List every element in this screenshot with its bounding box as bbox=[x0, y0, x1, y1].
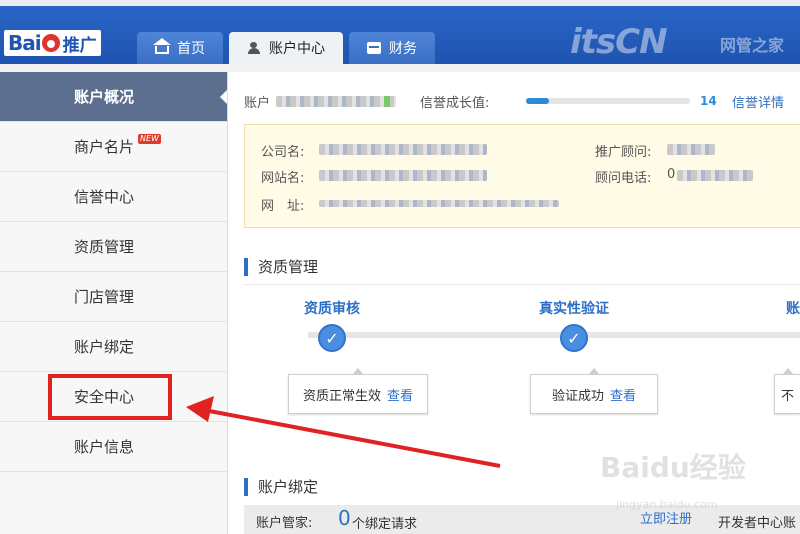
baidu-jingyan-url: jingyan.baidu.com bbox=[616, 498, 718, 511]
baidu-jingyan-watermark: Baidu经验 bbox=[600, 451, 746, 484]
